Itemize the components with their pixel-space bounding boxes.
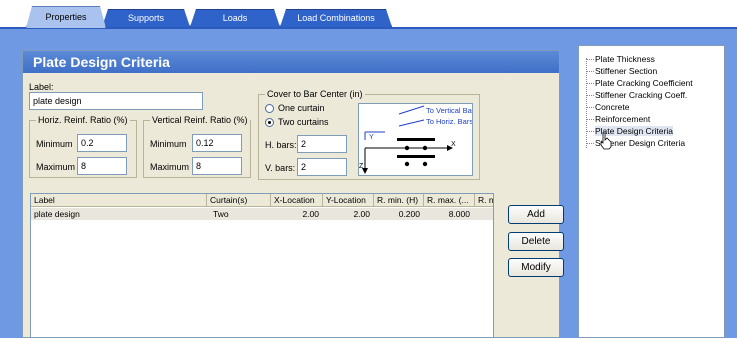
vert-min-input[interactable]: 0.12 xyxy=(192,134,242,152)
label-input[interactable]: plate design xyxy=(29,92,203,110)
diagram-cover-arrow-label: Y xyxy=(369,134,374,141)
vert-max-label: Maximum xyxy=(150,162,190,172)
vbars-input[interactable]: 2 xyxy=(297,158,347,176)
diagram-x-label: X xyxy=(451,141,456,148)
vert-max-input[interactable]: 8 xyxy=(192,157,242,175)
modify-button[interactable]: Modify xyxy=(508,258,564,277)
two-curtains-label: Two curtains xyxy=(278,117,329,127)
col-curtains-header[interactable]: Curtain(s) xyxy=(207,194,271,207)
tree-item-plate-cracking-coefficient[interactable]: Plate Cracking Coefficient xyxy=(595,78,693,88)
cell-rmax: 8.000 xyxy=(448,209,470,219)
vert-min-label: Minimum xyxy=(150,139,187,149)
cell-label: plate design xyxy=(34,209,80,219)
cell-rmin: 0.200 xyxy=(398,209,420,219)
col-rmax-header[interactable]: R. max. (... xyxy=(424,194,475,207)
horiz-max-input[interactable]: 8 xyxy=(77,157,127,175)
col-rmin-header[interactable]: R. min. (H) xyxy=(374,194,424,207)
tab-loads[interactable]: Loads xyxy=(190,9,280,27)
cover-diagram: Y X Z To Vertical Bars To Horiz. Bars xyxy=(358,103,478,176)
label-caption: Label: xyxy=(29,82,54,92)
col-xloc-header[interactable]: X-Location xyxy=(271,194,323,207)
hbars-label: H. bars: xyxy=(265,140,297,150)
delete-button[interactable]: Delete xyxy=(508,232,564,251)
two-curtains-radio[interactable] xyxy=(265,118,274,127)
diagram-to-vertical-label: To Vertical Bars xyxy=(426,106,472,115)
diagram-z-label: Z xyxy=(359,163,364,170)
diagram-to-horiz-label: To Horiz. Bars xyxy=(426,117,472,126)
hbars-input[interactable]: 2 xyxy=(297,135,347,153)
horiz-min-label: Minimum xyxy=(36,139,73,149)
vert-ratio-title: Vertical Reinf. Ratio (%) xyxy=(150,115,250,125)
cover-title: Cover to Bar Center (in) xyxy=(265,89,365,99)
tree-item-stiffener-section[interactable]: Stiffener Section xyxy=(595,66,657,76)
cover-diagram-svg: Y X Z To Vertical Bars To Horiz. Bars xyxy=(359,105,478,174)
tree-item-concrete[interactable]: Concrete xyxy=(595,102,630,112)
add-button[interactable]: Add xyxy=(508,205,564,224)
horiz-min-input[interactable]: 0.2 xyxy=(77,134,127,152)
hand-cursor-icon xyxy=(600,132,612,150)
col-label-header[interactable]: Label xyxy=(31,194,207,207)
horiz-ratio-title: Horiz. Reinf. Ratio (%) xyxy=(36,115,130,125)
table-header-row: Label Curtain(s) X-Location Y-Location R… xyxy=(31,194,493,207)
cell-yloc: 2.00 xyxy=(353,209,370,219)
one-curtain-radio[interactable] xyxy=(265,104,274,113)
table-row[interactable]: plate design Two 2.00 2.00 0.200 8.000 xyxy=(31,208,493,220)
property-tree: Plate Thickness Stiffener Section Plate … xyxy=(578,45,725,338)
col-yloc-header[interactable]: Y-Location xyxy=(323,194,374,207)
cell-xloc: 2.00 xyxy=(302,209,319,219)
tree-item-reinforcement[interactable]: Reinforcement xyxy=(595,114,650,124)
tree-item-stiffener-cracking-coeff[interactable]: Stiffener Cracking Coeff. xyxy=(595,90,687,100)
horiz-max-label: Maximum xyxy=(36,162,76,172)
cell-curtains: Two xyxy=(213,209,229,219)
tree-item-plate-thickness[interactable]: Plate Thickness xyxy=(595,54,655,64)
one-curtain-label: One curtain xyxy=(278,103,325,113)
criteria-table[interactable]: Label Curtain(s) X-Location Y-Location R… xyxy=(30,193,494,338)
panel-title: Plate Design Criteria xyxy=(23,51,559,73)
tab-load-combinations[interactable]: Load Combinations xyxy=(280,9,392,27)
vbars-label: V. bars: xyxy=(265,163,296,173)
tab-strip: Properties Supports Loads Load Combinati… xyxy=(0,0,737,28)
tab-properties[interactable]: Properties xyxy=(26,6,106,28)
col-rn-header[interactable]: R. n xyxy=(475,194,493,207)
tab-supports[interactable]: Supports xyxy=(102,9,190,27)
